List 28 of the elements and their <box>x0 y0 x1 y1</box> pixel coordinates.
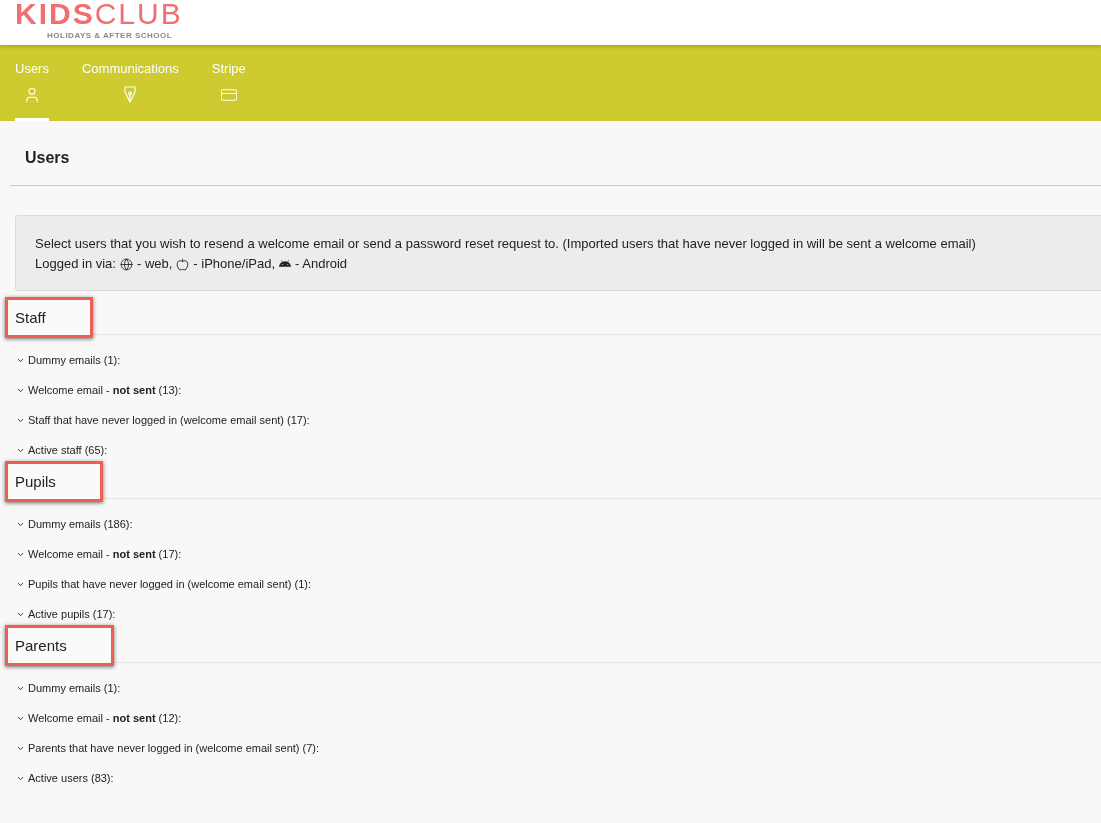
collapsible-group[interactable]: Staff that have never logged in (welcome email sent) (17): <box>16 413 310 427</box>
collapsible-group[interactable]: Parents that have never logged in (welcome email sent) (7): <box>16 741 320 755</box>
legend-text: - Android <box>295 255 348 273</box>
globe-icon <box>119 257 133 271</box>
credit-card-icon <box>219 86 238 104</box>
android-icon <box>279 258 292 270</box>
collapsible-group[interactable]: Active staff (65): <box>16 443 108 457</box>
section-heading: Parents <box>15 636 67 656</box>
collapsible-group[interactable]: Welcome email - not sent (12): <box>16 711 182 725</box>
collapsible-group[interactable]: Dummy emails (1): <box>16 353 121 367</box>
section-heading: Staff <box>15 308 46 328</box>
legend-text: - web, <box>136 255 173 273</box>
collapsible-group[interactable]: Dummy emails (1): <box>16 681 121 695</box>
info-text: Select users that you wish to resend a welcome email or send a password reset request to. (Imported users that have never logged in will be sent a welcome email) <box>35 235 976 253</box>
collapsible-group[interactable]: Welcome email - not sent (13): <box>16 383 182 397</box>
logo-tagline: HOLIDAYS & AFTER SCHOOL <box>47 31 173 40</box>
collapsible-group[interactable]: Active users (83): <box>16 771 114 785</box>
collapsible-group[interactable]: Pupils that have never logged in (welcome email sent) (1): <box>16 577 312 591</box>
logo-wordmark: KIDSCLUB <box>15 0 183 28</box>
collapsible-group[interactable]: Welcome email - not sent (17): <box>16 547 182 561</box>
pen-nib-icon <box>124 86 137 103</box>
section-heading: Pupils <box>15 472 56 492</box>
legend-text: - iPhone/iPad, <box>193 255 276 273</box>
page-title: Users <box>25 148 70 168</box>
collapsible-group[interactable]: Dummy emails (186): <box>16 517 133 531</box>
apple-icon <box>176 257 190 271</box>
legend-label: Logged in via: <box>35 255 116 273</box>
collapsible-group[interactable]: Active pupils (17): <box>16 607 116 621</box>
